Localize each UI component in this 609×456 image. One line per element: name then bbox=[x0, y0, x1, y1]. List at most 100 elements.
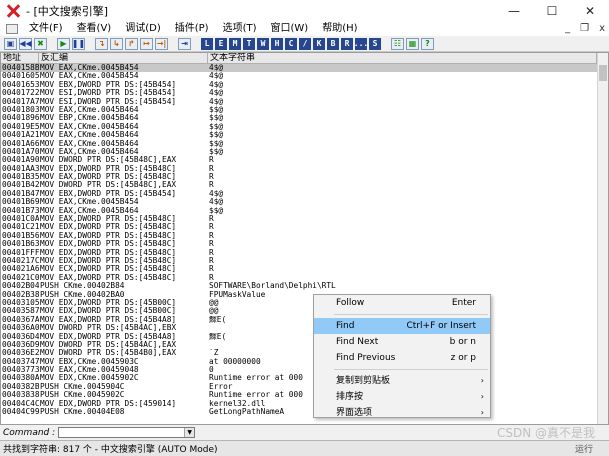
table-row[interactable]: 00401C0A MOV EAX,DWORD PTR DS:[45B48C] R bbox=[1, 215, 608, 223]
chevron-down-icon[interactable]: ▼ bbox=[184, 428, 195, 437]
source-window-button[interactable]: S bbox=[369, 37, 381, 50]
mdi-restore-button[interactable]: ❐ bbox=[580, 22, 589, 36]
table-row[interactable]: 00403747 MOV EBX,CKme.0045903C at 0000000… bbox=[1, 358, 608, 366]
table-row[interactable]: 00404C99 PUSH CKme.00404E08 GetLongPathNam… bbox=[1, 408, 608, 416]
table-row[interactable]: 00401896 MOV EBP,CKme.0045B464 $$@ bbox=[1, 114, 608, 122]
memory-window-button[interactable]: M bbox=[229, 37, 241, 50]
table-row[interactable]: 00401FFF MOV EDX,DWORD PTR DS:[45B48C] R bbox=[1, 249, 608, 257]
step-over-icon[interactable]: ↳ bbox=[110, 37, 123, 50]
ctx-find-previous[interactable]: Find Previous z or p bbox=[314, 350, 490, 366]
handles-window-button[interactable]: H bbox=[271, 37, 283, 50]
table-row[interactable]: 004036D9 MOV DWORD PTR DS:[45B4AC],EAX bbox=[1, 341, 608, 349]
menu-plugins[interactable]: 插件(P) bbox=[168, 22, 216, 36]
table-row[interactable]: 00403773 MOV EAX,CKme.00459048 0 bbox=[1, 366, 608, 374]
table-row[interactable]: 00403105 MOV EDX,DWORD PTR DS:[45B00C] @@ bbox=[1, 299, 608, 307]
table-row[interactable]: 00401C21 MOV EDX,DWORD PTR DS:[45B48C] R bbox=[1, 223, 608, 231]
table-row[interactable]: 00401B73 MOV EAX,CKme.0045B464 $$@ bbox=[1, 207, 608, 215]
menu-help[interactable]: 帮助(H) bbox=[315, 22, 364, 36]
table-row[interactable]: 00401605 MOV EAX,CKme.0045B454 4$@ bbox=[1, 72, 608, 80]
table-row[interactable]: 0040217C MOV EDX,DWORD PTR DS:[45B48C] R bbox=[1, 257, 608, 265]
close-button[interactable]: ✕ bbox=[571, 0, 609, 22]
table-row[interactable]: 00401B47 MOV EBX,DWORD PTR DS:[45B454] 4$@ bbox=[1, 190, 608, 198]
ctx-find[interactable]: Find Ctrl+F or Insert bbox=[314, 318, 490, 334]
ctx-sort-by[interactable]: 排序按 › bbox=[314, 389, 490, 405]
table-row[interactable]: 0040158B MOV EAX,CKme.0045B454 4$@ bbox=[1, 64, 608, 73]
table-row[interactable]: 00401653 MOV EBX,DWORD PTR DS:[45B454] 4$@ bbox=[1, 81, 608, 89]
references-window-button[interactable]: R bbox=[341, 37, 353, 50]
ctx-appearance[interactable]: 界面选项 › bbox=[314, 405, 490, 421]
menu-file[interactable]: 文件(F) bbox=[22, 22, 70, 36]
ctx-copy-to-clipboard[interactable]: 复制到剪贴板 › bbox=[314, 373, 490, 389]
open-icon[interactable]: ▣ bbox=[4, 37, 17, 50]
run-icon[interactable]: ▶ bbox=[57, 37, 70, 50]
menu-debug[interactable]: 调试(D) bbox=[118, 22, 168, 36]
help-icon[interactable]: ? bbox=[421, 37, 434, 50]
execute-till-return-icon[interactable]: →| bbox=[155, 37, 168, 50]
table-row[interactable]: 00401B69 MOV EAX,CKme.0045B454 4$@ bbox=[1, 198, 608, 206]
table-row[interactable]: 00401AA3 MOV EDX,DWORD PTR DS:[45B48C] R bbox=[1, 165, 608, 173]
table-row[interactable]: 00403587 MOV EDX,DWORD PTR DS:[45B00C] @@ bbox=[1, 307, 608, 315]
table-row[interactable]: 004036D4 MOV EDX,DWORD PTR DS:[45B4A8] 鰥E( bbox=[1, 333, 608, 341]
table-row[interactable]: 0040382B PUSH CKme.0045904C Error bbox=[1, 383, 608, 391]
menu-view[interactable]: 查看(V) bbox=[70, 22, 119, 36]
step-into-icon[interactable]: ↴ bbox=[95, 37, 108, 50]
table-row[interactable]: 00401B63 MOV EDX,DWORD PTR DS:[45B48C] R bbox=[1, 240, 608, 248]
mdi-close-button[interactable]: x bbox=[599, 22, 605, 36]
table-row[interactable]: 00401A90 MOV DWORD PTR DS:[45B48C],EAX R bbox=[1, 156, 608, 164]
table-row[interactable]: 00401803 MOV EAX,CKme.0045B464 $$@ bbox=[1, 106, 608, 114]
table-row[interactable]: 00401B56 MOV EAX,DWORD PTR DS:[45B48C] R bbox=[1, 232, 608, 240]
run-trace-window-button[interactable]: ... bbox=[354, 37, 368, 50]
pause-icon[interactable]: ❚❚ bbox=[72, 37, 85, 50]
vertical-scrollbar[interactable] bbox=[597, 53, 608, 424]
row-text: 4$@ bbox=[209, 80, 224, 89]
breakpoints-window-button[interactable]: B bbox=[327, 37, 339, 50]
maximize-button[interactable]: ☐ bbox=[533, 0, 571, 22]
table-row[interactable]: 0040380A MOV EDX,CKme.0045902C Runtime err… bbox=[1, 374, 608, 382]
modules-window-button[interactable]: E bbox=[215, 37, 227, 50]
table-row[interactable]: 00401A21 MOV EAX,CKme.0045B464 $$@ bbox=[1, 131, 608, 139]
table-row[interactable]: 00402B38 PUSH CKme.00402BA0 FPUMaskValue bbox=[1, 291, 608, 299]
header-disasm[interactable]: 反汇编 bbox=[39, 53, 208, 63]
list-icon[interactable]: ☷ bbox=[391, 37, 404, 50]
table-row[interactable]: 00402B04 PUSH CKme.00402B84 SOFTWARE\Borla… bbox=[1, 282, 608, 290]
table-row[interactable]: 004021C0 MOV EAX,DWORD PTR DS:[45B48C] R bbox=[1, 274, 608, 282]
table-row[interactable]: 00401A66 MOV EAX,CKme.0045B464 $$@ bbox=[1, 140, 608, 148]
table-row[interactable]: 00401722 MOV ESI,DWORD PTR DS:[45B454] 4$@ bbox=[1, 89, 608, 97]
table-row[interactable]: 00401B35 MOV EAX,DWORD PTR DS:[45B48C] R bbox=[1, 173, 608, 181]
mdi-minimize-button[interactable]: _ bbox=[565, 22, 570, 36]
callstack-window-button[interactable]: K bbox=[313, 37, 325, 50]
table-row[interactable]: 00401B42 MOV DWORD PTR DS:[45B48C],EAX R bbox=[1, 181, 608, 189]
header-text[interactable]: 文本字符串 bbox=[208, 53, 597, 63]
table-row[interactable]: 004036A0 MOV DWORD PTR DS:[45B4AC],EBX bbox=[1, 324, 608, 332]
row-disasm: MOV EAX,CKme.0045B464 bbox=[40, 122, 139, 131]
ctx-find-next[interactable]: Find Next b or n bbox=[314, 334, 490, 350]
patches-window-button[interactable]: / bbox=[299, 37, 311, 50]
minimize-button[interactable]: — bbox=[495, 0, 533, 22]
table-row[interactable]: 004017A7 MOV ESI,DWORD PTR DS:[45B454] 4$@ bbox=[1, 98, 608, 106]
table-row[interactable]: 00401A70 MOV EAX,CKme.0045B464 $$@ bbox=[1, 148, 608, 156]
header-address[interactable]: 地址 bbox=[1, 53, 39, 63]
windows-window-button[interactable]: W bbox=[257, 37, 269, 50]
table-row[interactable]: 00403838 PUSH CKme.0045902C Runtime error … bbox=[1, 391, 608, 399]
options-icon[interactable]: ▦ bbox=[406, 37, 419, 50]
threads-window-button[interactable]: T bbox=[243, 37, 255, 50]
restart-icon[interactable]: ◀◀ bbox=[19, 37, 32, 50]
table-row[interactable]: 0040367A MOV EAX,DWORD PTR DS:[45B4A8] 鰥E( bbox=[1, 316, 608, 324]
menu-window[interactable]: 窗口(W) bbox=[264, 22, 316, 36]
log-window-button[interactable]: L bbox=[201, 37, 213, 50]
table-row[interactable]: 004036E2 MOV DWORD PTR DS:[45B4B0],EAX `Z bbox=[1, 349, 608, 357]
mdi-window-icon[interactable] bbox=[6, 24, 18, 34]
table-row[interactable]: 004019E5 MOV EAX,CKme.0045B464 $$@ bbox=[1, 123, 608, 131]
trace-over-icon[interactable]: ↦ bbox=[140, 37, 153, 50]
table-row[interactable]: 004021A6 MOV ECX,DWORD PTR DS:[45B48C] R bbox=[1, 265, 608, 273]
trace-into-icon[interactable]: ↱ bbox=[125, 37, 138, 50]
scrollbar-thumb[interactable] bbox=[599, 65, 607, 81]
cpu-window-button[interactable]: C bbox=[285, 37, 297, 50]
close-program-icon[interactable]: ✖ bbox=[34, 37, 47, 50]
menu-options[interactable]: 选项(T) bbox=[216, 22, 264, 36]
command-input[interactable]: ▼ bbox=[58, 427, 196, 438]
table-row[interactable]: 00404C4C MOV EDX,DWORD PTR DS:[459014] ker… bbox=[1, 400, 608, 408]
row-address: 004019E5 bbox=[2, 122, 39, 131]
ctx-follow[interactable]: Follow Enter bbox=[314, 295, 490, 311]
goto-icon[interactable]: ⇥ bbox=[178, 37, 191, 50]
